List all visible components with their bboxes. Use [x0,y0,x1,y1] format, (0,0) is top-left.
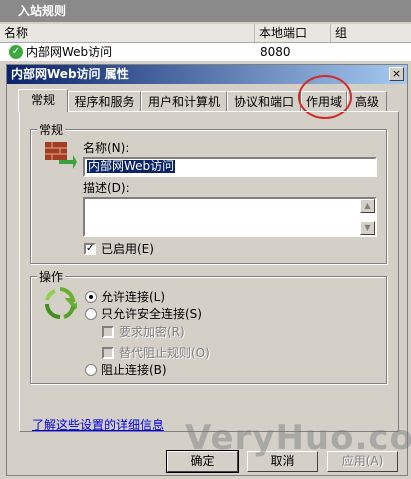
rule-port-cell: 8080 [260,45,291,59]
watermark: VeryHuo.com [185,418,411,458]
allow-connection-label: 允许连接(L) [101,290,166,304]
enabled-label: 已启用(E) [101,242,154,256]
dialog-titlebar: 内部网Web访问 属性 [7,65,407,84]
tab-advanced[interactable]: 高级 [347,91,387,111]
rule-name-cell: 内部网Web访问 [26,45,113,59]
enabled-checkbox[interactable]: ✓ [84,243,96,255]
properties-dialog: 内部网Web访问 属性 × 常规 程序和服务 用户和计算机 协议和端口 作用域 … [6,64,408,476]
allow-secure-radio[interactable] [85,308,97,320]
column-header-name[interactable]: 名称 [0,24,255,42]
name-label: 名称(N): [83,141,130,155]
action-group: 操作 [30,268,387,384]
scroll-down-icon[interactable]: ▼ [360,221,375,235]
inbound-rules-title: 入站规则 [0,0,411,22]
description-textarea[interactable]: ▲ ▼ [83,197,377,237]
tab-programs-services[interactable]: 程序和服务 [68,91,141,111]
learn-more-link[interactable]: 了解这些设置的详细信息 [32,416,164,433]
override-block-label: 替代阻止规则(O) [119,346,210,360]
require-encryption-label: 要求加密(R) [119,325,185,339]
tab-general[interactable]: 常规 [18,89,68,112]
block-connection-radio[interactable] [85,364,97,376]
override-block-checkbox[interactable] [102,347,114,359]
column-header-group[interactable]: 组 [331,24,411,42]
block-connection-label: 阻止连接(B) [101,363,167,377]
close-button[interactable]: × [389,67,404,81]
check-icon: ✓ [9,45,23,59]
allow-connection-radio[interactable] [85,291,97,303]
name-input-value: 内部网Web访问 [87,159,176,173]
rules-table-header: 名称 本地端口 组 [0,24,411,43]
general-group-label: 常规 [37,121,66,138]
firewall-icon [45,142,77,169]
tab-protocols-ports[interactable]: 协议和端口 [227,91,301,111]
allow-action-icon [45,287,77,319]
action-group-label: 操作 [37,268,66,285]
allow-secure-label: 只允许安全连接(S) [101,307,202,321]
scroll-up-icon[interactable]: ▲ [360,199,375,213]
tab-users-computers[interactable]: 用户和计算机 [141,91,227,111]
dialog-title: 内部网Web访问 属性 [11,67,129,81]
name-input[interactable]: 内部网Web访问 [83,157,377,177]
table-row[interactable]: ✓ 内部网Web访问 8080 [0,43,411,61]
require-encryption-checkbox[interactable] [102,326,114,338]
tab-scope[interactable]: 作用域 [301,91,347,111]
description-label: 描述(D): [83,181,130,195]
column-header-port[interactable]: 本地端口 [255,24,331,42]
